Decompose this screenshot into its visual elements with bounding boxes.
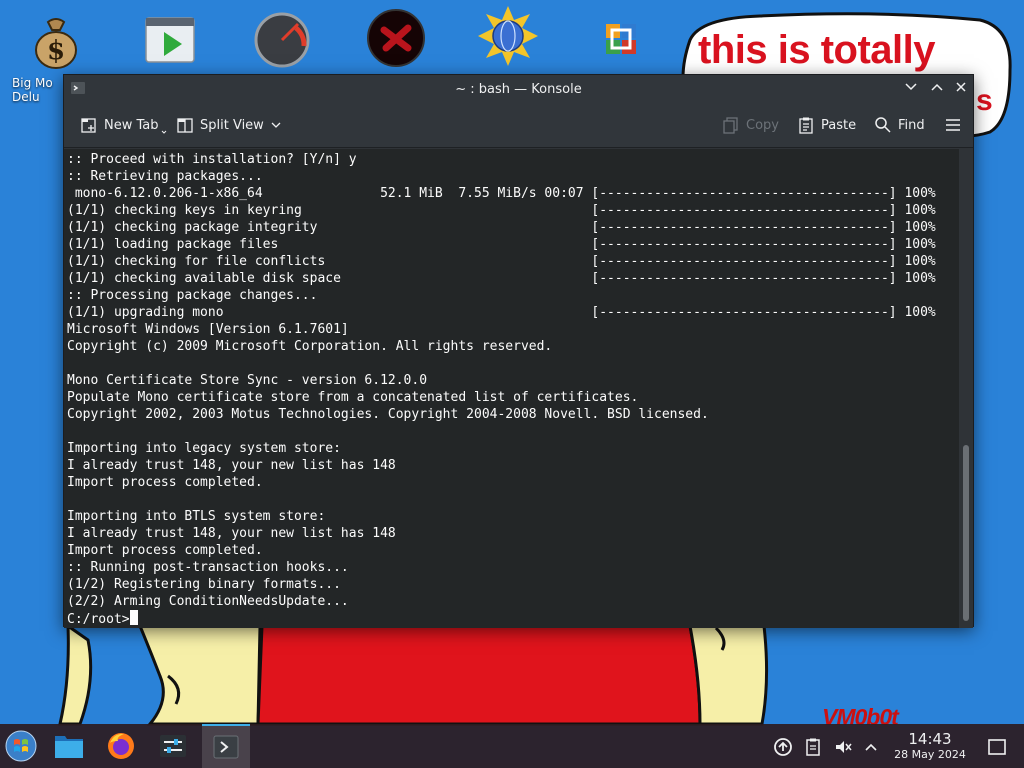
start-menu-button[interactable] xyxy=(2,728,40,764)
clipboard-icon xyxy=(799,117,813,134)
terminal-line: Populate Mono certificate store from a c… xyxy=(67,390,639,405)
copy-button[interactable]: Copy xyxy=(716,111,785,139)
split-view-icon xyxy=(177,118,193,133)
system-update-tray-icon[interactable] xyxy=(772,736,794,758)
terminal-cursor xyxy=(129,610,138,625)
terminal-output[interactable]: :: Proceed with installation? [Y/n] y:: … xyxy=(64,149,959,628)
window-titlebar[interactable]: ~ : bash — Konsole xyxy=(64,75,973,103)
terminal-line: (2/2) Arming ConditionNeedsUpdate... xyxy=(67,594,349,609)
find-label: Find xyxy=(898,117,925,133)
split-view-button[interactable]: Split View xyxy=(170,111,270,139)
konsole-task-button[interactable] xyxy=(202,724,250,768)
split-view-label: Split View xyxy=(200,117,264,133)
file-manager-button[interactable] xyxy=(50,728,88,764)
chevron-up-icon[interactable] xyxy=(860,736,882,758)
paste-label: Paste xyxy=(821,117,857,133)
terminal-line: (1/1) checking keys in keyring [--------… xyxy=(67,203,936,218)
new-tab-label: New Tab xyxy=(104,117,159,133)
firefox-icon xyxy=(108,733,134,759)
terminal-line: :: Proceed with installation? [Y/n] y xyxy=(67,152,357,167)
search-icon xyxy=(875,117,891,133)
terminal-line: :: Retrieving packages... xyxy=(67,169,263,184)
window-maximize-chevron-up-icon[interactable] xyxy=(928,80,946,98)
hamburger-menu-button[interactable] xyxy=(938,111,968,139)
show-desktop-icon[interactable] xyxy=(986,736,1008,758)
window-title: ~ : bash — Konsole xyxy=(455,82,582,97)
speedometer-icon xyxy=(254,12,310,68)
firefox-button[interactable] xyxy=(102,728,140,764)
folder-icon xyxy=(55,736,83,758)
terminal-line: :: Processing package changes... xyxy=(67,288,318,303)
terminal-line: Copyright (c) 2009 Microsoft Corporation… xyxy=(67,339,553,354)
terminal-line: (1/1) loading package files [-----------… xyxy=(67,237,936,252)
terminal-line: I already trust 148, your new list has 1… xyxy=(67,458,396,473)
desktop-icon-speedometer[interactable] xyxy=(244,8,320,68)
window-menu-chevron-down-icon[interactable] xyxy=(902,80,920,98)
find-button[interactable]: Find xyxy=(868,111,931,139)
chevron-down-icon xyxy=(161,130,166,134)
desktop-icon-globe[interactable] xyxy=(470,6,546,66)
terminal-scrollbar[interactable] xyxy=(959,149,973,628)
money-bag-icon: $ xyxy=(35,18,77,69)
digital-clock[interactable]: 14:43 28 May 2024 xyxy=(884,730,976,762)
new-tab-button[interactable]: New Tab xyxy=(74,111,173,139)
terminal-line: (1/1) checking package integrity [------… xyxy=(67,220,936,235)
clock-time: 14:43 xyxy=(908,730,952,748)
terminal-line: (1/2) Registering binary formats... xyxy=(67,577,341,592)
terminal-prompt: C:/root> xyxy=(67,612,130,627)
clock-date: 28 May 2024 xyxy=(894,748,966,761)
hamburger-menu-icon xyxy=(946,119,960,131)
terminal-line: Import process completed. xyxy=(67,475,263,490)
copy-icon xyxy=(723,117,738,134)
terminal-line: Importing into BTLS system store: xyxy=(67,509,326,524)
konsole-toolbar: New Tab Split View Copy Paste Find xyxy=(64,103,973,148)
terminal-line: (1/1) checking for file conflicts [-----… xyxy=(67,254,936,269)
settings-sliders-icon xyxy=(160,735,186,757)
terminal-line: Import process completed. xyxy=(67,543,263,558)
terminal-line: Copyright 2002, 2003 Motus Technologies.… xyxy=(67,407,709,422)
split-view-menu-button[interactable] xyxy=(264,111,288,139)
scrollbar-thumb[interactable] xyxy=(963,445,969,621)
svg-text:$: $ xyxy=(47,36,65,66)
globe-icon xyxy=(478,6,538,66)
terminal-text: :: Proceed with installation? [Y/n] y:: … xyxy=(67,151,936,627)
konsole-window: ~ : bash — Konsole New Tab Split View Co… xyxy=(63,74,974,628)
desktop-icon-red-x[interactable] xyxy=(358,8,434,68)
terminal-line: (1/1) checking available disk space [---… xyxy=(67,271,936,286)
new-tab-icon xyxy=(81,118,96,133)
windows-logo-icon xyxy=(5,730,37,762)
red-x-icon xyxy=(367,9,425,67)
terminal-line: Importing into legacy system store: xyxy=(67,441,341,456)
terminal-line: Microsoft Windows [Version 6.1.7601] xyxy=(67,322,349,337)
terminal-line: mono-6.12.0.206-1-x86_64 52.1 MiB 7.55 M… xyxy=(67,186,936,201)
media-player-icon xyxy=(145,17,195,63)
paste-button[interactable]: Paste xyxy=(791,111,862,139)
window-close-icon[interactable] xyxy=(952,80,970,98)
system-settings-button[interactable] xyxy=(154,728,192,764)
wallpaper-text: this is totally xyxy=(698,28,936,72)
terminal-icon xyxy=(213,735,239,759)
terminal-prompt-line: C:/root> xyxy=(67,610,936,627)
terminal-line: Mono Certificate Store Sync - version 6.… xyxy=(67,373,428,388)
desktop-icon-media-player[interactable] xyxy=(132,10,208,70)
clipboard-tray-icon[interactable] xyxy=(802,736,824,758)
copy-label: Copy xyxy=(746,117,779,133)
chevron-down-icon xyxy=(271,122,281,128)
terminal-line: (1/1) upgrading mono [------------------… xyxy=(67,305,936,320)
taskbar: 14:43 28 May 2024 xyxy=(0,724,1024,768)
volume-muted-tray-icon[interactable] xyxy=(832,736,854,758)
terminal-line: I already trust 148, your new list has 1… xyxy=(67,526,396,541)
office-icon xyxy=(606,24,636,54)
desktop-icon-office[interactable] xyxy=(584,10,660,70)
terminal-line: :: Running post-transaction hooks... xyxy=(67,560,349,575)
wallpaper-text-partial: s xyxy=(976,84,993,117)
